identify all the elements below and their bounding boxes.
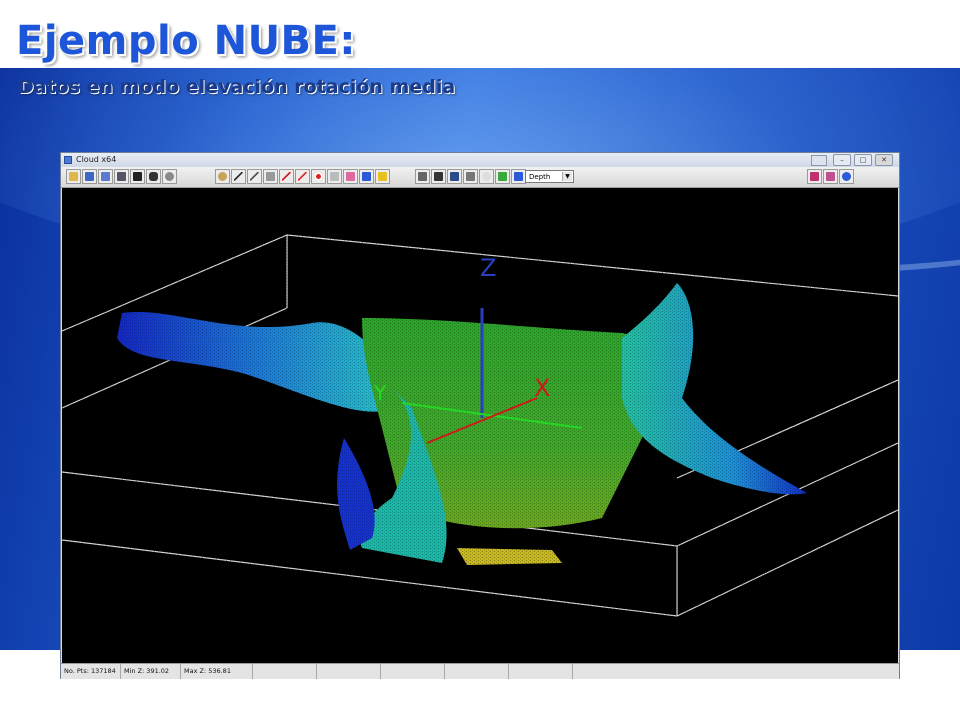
palette-icon[interactable] [823, 169, 838, 184]
undo-icon[interactable] [327, 169, 342, 184]
open-icon[interactable] [66, 169, 81, 184]
maximize-button[interactable]: □ [854, 154, 872, 166]
print-icon[interactable] [114, 169, 129, 184]
toolbar-group-file [66, 169, 177, 185]
window-extra-button[interactable] [811, 155, 827, 166]
color-mode-select[interactable]: Depth ▼ [525, 170, 574, 183]
close-button[interactable]: ✕ [875, 154, 893, 166]
fit-icon[interactable] [415, 169, 430, 184]
measure-icon[interactable] [231, 169, 246, 184]
status-empty-4 [445, 664, 509, 679]
ruler-red-icon[interactable] [279, 169, 294, 184]
y-axis-label: Y [373, 381, 387, 405]
line-icon[interactable] [247, 169, 262, 184]
flag-icon[interactable] [511, 169, 526, 184]
window-controls: – □ ✕ [833, 154, 893, 166]
point-cloud-view[interactable]: Z X Y [62, 188, 898, 663]
save-icon[interactable] [82, 169, 97, 184]
globe-icon[interactable] [162, 169, 177, 184]
toolbar-group-view [415, 169, 526, 185]
app-window: Cloud x64 – □ ✕ Depth ▼ Z X Y No. Pts: 1… [61, 153, 899, 679]
status-empty-5 [509, 664, 573, 679]
status-empty-2 [317, 664, 381, 679]
status-max-z: Max Z: 536.81 [181, 664, 253, 679]
camera-icon[interactable] [146, 169, 161, 184]
toolbar-group-help [807, 169, 854, 185]
status-bar: No. Pts: 137184 Min Z: 391.02 Max Z: 536… [61, 663, 899, 679]
target-icon[interactable] [311, 169, 326, 184]
toolbar: Depth ▼ [61, 167, 899, 188]
delete-x-icon[interactable] [359, 169, 374, 184]
lightning-icon[interactable] [375, 169, 390, 184]
status-empty-3 [381, 664, 445, 679]
minimize-button[interactable]: – [833, 154, 851, 166]
zoom-icon[interactable] [215, 169, 230, 184]
save-as-icon[interactable] [98, 169, 113, 184]
xyz-icon[interactable] [263, 169, 278, 184]
color-mode-value: Depth [529, 173, 551, 181]
slide-title: Ejemplo NUBE: [16, 18, 356, 64]
box-icon[interactable] [463, 169, 478, 184]
status-empty-1 [253, 664, 317, 679]
x-axis-label: X [534, 374, 550, 402]
eraser-icon[interactable] [343, 169, 358, 184]
pencil-icon[interactable] [295, 169, 310, 184]
grid-icon[interactable] [447, 169, 462, 184]
status-points: No. Pts: 137184 [61, 664, 121, 679]
arrow-up-icon[interactable] [495, 169, 510, 184]
toolbar-group-tools [215, 169, 390, 185]
app-icon [64, 156, 72, 164]
window-title: Cloud x64 [76, 155, 117, 164]
status-min-z: Min Z: 391.02 [121, 664, 181, 679]
book-icon[interactable] [807, 169, 822, 184]
help-icon[interactable] [839, 169, 854, 184]
chevron-down-icon[interactable]: ▼ [562, 172, 572, 181]
3d-viewport[interactable]: Z X Y [62, 188, 898, 663]
cursor-icon[interactable] [431, 169, 446, 184]
title-bar[interactable]: Cloud x64 – □ ✕ [61, 153, 899, 167]
z-axis-label: Z [480, 254, 496, 282]
light-icon[interactable] [479, 169, 494, 184]
slide-subtitle: Datos en modo elevación rotación media [18, 76, 456, 98]
export-icon[interactable] [130, 169, 145, 184]
